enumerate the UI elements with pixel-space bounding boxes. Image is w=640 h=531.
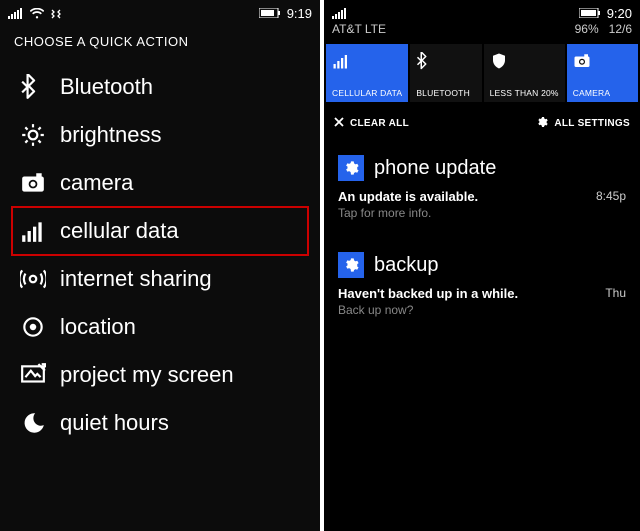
tile-label: BLUETOOTH (416, 88, 470, 98)
quick-action-label: cellular data (60, 218, 179, 244)
gear-icon (536, 116, 548, 131)
quick-action-label: camera (60, 170, 133, 196)
notification-title: Haven't backed up in a while. (338, 286, 597, 301)
battery-icon (579, 8, 601, 18)
carrier-row: AT&T LTE 96% 12/6 (324, 22, 640, 40)
action-bar: CLEAR ALL ALL SETTINGS (324, 102, 640, 143)
notification-title: An update is available. (338, 189, 588, 204)
notification-body: Haven't backed up in a while. Back up now… (338, 284, 626, 327)
notification-app: phone update (374, 157, 496, 180)
vibrate-icon (50, 8, 62, 19)
notification-subtitle: Back up now? (338, 303, 597, 317)
clock: 9:19 (287, 6, 312, 21)
quick-tile[interactable]: LESS THAN 20% (484, 44, 565, 102)
signal-icon (8, 8, 24, 19)
notification-header: backup (338, 246, 626, 284)
cellular-icon (16, 218, 50, 244)
quiet-hours-icon (16, 410, 50, 436)
notification[interactable]: backup Haven't backed up in a while. Back … (324, 240, 640, 337)
quick-action-item[interactable]: location (12, 303, 308, 351)
quick-tiles: CELLULAR DATA BLUETOOTH LESS THAN 20% CAMER… (324, 40, 640, 102)
internet-sharing-icon (16, 266, 50, 292)
notification-subtitle: Tap for more info. (338, 206, 588, 220)
bluetooth-icon (416, 50, 434, 72)
quick-action-list: Bluetooth brightness camera cellular data in… (0, 63, 320, 447)
signal-icon (332, 8, 348, 19)
quick-action-label: Bluetooth (60, 74, 153, 100)
wifi-icon (30, 8, 44, 19)
quick-action-item[interactable]: project my screen (12, 351, 308, 399)
gear-icon (338, 155, 364, 181)
status-bar: 9:20 (324, 0, 640, 22)
clear-all-label: CLEAR ALL (350, 118, 409, 129)
camera-icon (16, 170, 50, 196)
battery-pct: 96% (575, 22, 599, 36)
phone-left: 9:19 CHOOSE A QUICK ACTION Bluetooth brig… (0, 0, 320, 531)
close-icon (334, 117, 344, 130)
quick-tile[interactable]: CAMERA (567, 44, 638, 102)
tile-label: CELLULAR DATA (332, 88, 402, 98)
shield-icon (490, 50, 508, 72)
notification-time: 8:45p (596, 189, 626, 203)
notification-header: phone update (338, 149, 626, 187)
all-settings-button[interactable]: ALL SETTINGS (536, 116, 630, 131)
notification-list: phone update An update is available. Tap f… (324, 143, 640, 337)
quick-tile[interactable]: BLUETOOTH (410, 44, 481, 102)
quick-action-label: internet sharing (60, 266, 212, 292)
quick-action-label: quiet hours (60, 410, 169, 436)
page-title: CHOOSE A QUICK ACTION (0, 22, 320, 63)
clock: 9:20 (607, 6, 632, 21)
battery-icon (259, 8, 281, 18)
quick-action-label: location (60, 314, 136, 340)
bluetooth-icon (16, 74, 50, 100)
clear-all-button[interactable]: CLEAR ALL (334, 117, 409, 130)
tile-label: LESS THAN 20% (490, 88, 559, 98)
quick-action-item[interactable]: camera (12, 159, 308, 207)
quick-action-label: project my screen (60, 362, 234, 388)
carrier-label: AT&T LTE (332, 22, 386, 36)
all-settings-label: ALL SETTINGS (554, 118, 630, 129)
brightness-icon (16, 122, 50, 148)
phone-right: 9:20 AT&T LTE 96% 12/6 CELLULAR DATA BLUE… (324, 0, 640, 531)
cellular-icon (332, 50, 350, 72)
quick-action-item[interactable]: quiet hours (12, 399, 308, 447)
project-screen-icon (16, 362, 50, 388)
tile-label: CAMERA (573, 88, 611, 98)
quick-action-item[interactable]: Bluetooth (12, 63, 308, 111)
notification-body: An update is available. Tap for more info… (338, 187, 626, 230)
quick-action-item[interactable]: brightness (12, 111, 308, 159)
notification-time: Thu (605, 286, 626, 300)
date-label: 12/6 (609, 22, 632, 36)
notification[interactable]: phone update An update is available. Tap f… (324, 143, 640, 240)
quick-action-label: brightness (60, 122, 162, 148)
status-bar: 9:19 (0, 0, 320, 22)
quick-tile[interactable]: CELLULAR DATA (326, 44, 408, 102)
quick-action-item[interactable]: internet sharing (12, 255, 308, 303)
camera-icon (573, 50, 591, 72)
notification-app: backup (374, 254, 439, 277)
location-icon (16, 314, 50, 340)
quick-action-item[interactable]: cellular data (12, 207, 308, 255)
gear-icon (338, 252, 364, 278)
